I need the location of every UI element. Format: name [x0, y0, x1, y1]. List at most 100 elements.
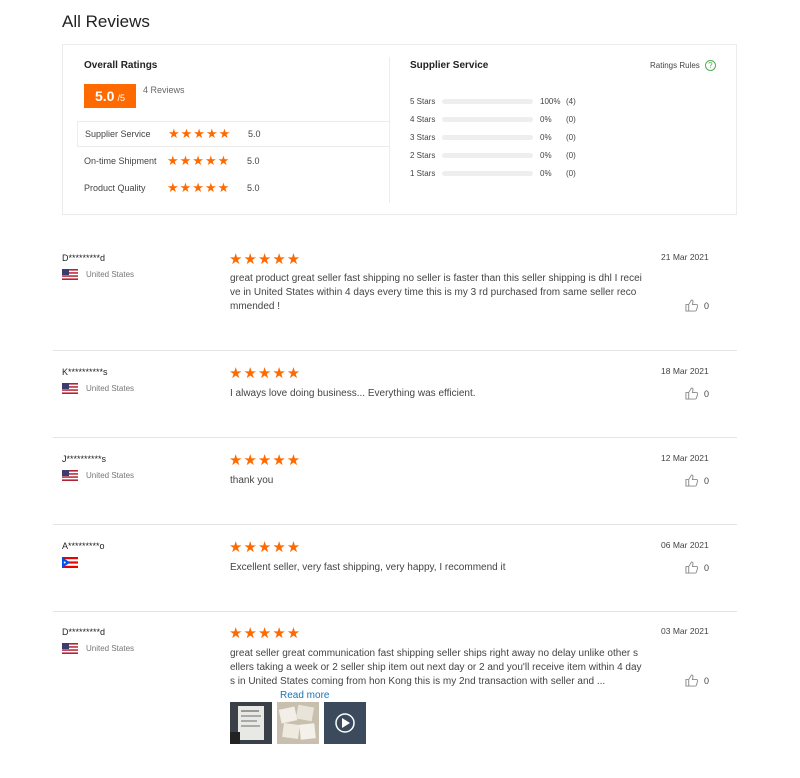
helpful-button[interactable]: 0	[685, 474, 709, 487]
star-level-label: 1 Stars	[410, 168, 436, 178]
helpful-button[interactable]: 0	[685, 299, 709, 312]
distribution-bar	[442, 134, 533, 140]
review-text: Excellent seller, very fast shipping, ve…	[230, 562, 506, 573]
reviewer-country: United States	[62, 643, 134, 654]
distribution-bar	[442, 98, 533, 104]
distribution-percent: 0%	[540, 132, 552, 142]
ratings-summary: Overall Ratings 5.0 /5 4 Reviews Supplie…	[62, 44, 737, 215]
rating-label: Supplier Service	[85, 129, 151, 139]
star-rating-icon: ★★★★★	[167, 180, 231, 195]
review-media	[230, 702, 371, 744]
star-rating-icon: ★★★★★	[229, 625, 302, 642]
review-photo-thumbnail[interactable]	[277, 702, 319, 744]
us-flag-icon	[62, 470, 78, 481]
country-label: United States	[86, 471, 135, 480]
review-text: thank you	[230, 475, 274, 486]
helpful-count: 0	[704, 675, 710, 686]
page-title: All Reviews	[62, 12, 150, 31]
review-item: K**********s United States ★★★★★ I alway…	[53, 351, 737, 438]
distribution-count: (0)	[566, 150, 576, 160]
distribution-bar	[442, 116, 533, 122]
us-flag-icon	[62, 269, 78, 280]
star-level-label: 2 Stars	[410, 150, 436, 160]
distribution-percent: 100%	[540, 96, 561, 106]
distribution-count: (0)	[566, 168, 576, 178]
star-rating-icon: ★★★★★	[168, 126, 232, 141]
distribution-count: (0)	[566, 132, 576, 142]
star-distribution-row: 3 Stars 0% (0)	[410, 131, 576, 143]
star-rating-icon: ★★★★★	[167, 153, 231, 168]
review-body: great seller great communication fast sh…	[230, 648, 642, 687]
country-label: United States	[86, 644, 135, 653]
star-rating-icon: ★★★★★	[229, 365, 302, 382]
thumbs-up-icon	[685, 387, 698, 400]
country-label: United States	[86, 384, 135, 393]
star-level-label: 4 Stars	[410, 114, 436, 124]
review-count: 4 Reviews	[143, 85, 185, 95]
helpful-count: 0	[704, 300, 710, 311]
review-item: D*********d United States ★★★★★ great se…	[53, 612, 737, 772]
reviewer-name: J**********s	[62, 454, 107, 464]
review-date: 18 Mar 2021	[661, 366, 709, 376]
star-distribution-row: 2 Stars 0% (0)	[410, 149, 576, 161]
reviewer-country	[62, 557, 86, 568]
ratings-rules-link[interactable]: Ratings Rules ?	[650, 60, 716, 71]
rating-supplier-service: Supplier Service ★★★★★ 5.0	[77, 121, 389, 147]
rating-label: Product Quality	[84, 183, 146, 193]
score-badge: 5.0 /5	[84, 84, 136, 108]
overall-score: 5.0	[95, 88, 115, 104]
country-label: United States	[86, 270, 135, 279]
distribution-bar	[442, 152, 533, 158]
overall-ratings-title: Overall Ratings	[84, 60, 158, 71]
distribution-percent: 0%	[540, 168, 552, 178]
helpful-button[interactable]: 0	[685, 561, 709, 574]
star-level-label: 5 Stars	[410, 96, 436, 106]
review-item: J**********s United States ★★★★★ thank y…	[53, 438, 737, 525]
reviewer-name: K**********s	[62, 367, 108, 377]
helpful-count: 0	[704, 388, 710, 399]
distribution-count: (0)	[566, 114, 576, 124]
review-text: great product great seller fast shipping…	[230, 273, 642, 312]
reviewer-country: United States	[62, 470, 134, 481]
reviewer-country: United States	[62, 383, 134, 394]
help-circle-icon[interactable]: ?	[704, 60, 716, 71]
score-max: /5	[117, 93, 125, 103]
us-flag-icon	[62, 383, 78, 394]
ratings-rules-label: Ratings Rules	[650, 61, 700, 70]
helpful-button[interactable]: 0	[685, 674, 709, 687]
helpful-count: 0	[704, 562, 710, 573]
review-item: A*********o ★★★★★ Excellent seller, very…	[53, 525, 737, 612]
thumbs-up-icon	[685, 474, 698, 487]
distribution-bar	[442, 170, 533, 176]
rating-on-time-shipment: On-time Shipment ★★★★★ 5.0	[77, 148, 389, 174]
star-level-label: 3 Stars	[410, 132, 436, 142]
distribution-count: (4)	[566, 96, 576, 106]
video-play-icon[interactable]	[324, 702, 366, 744]
star-rating-icon: ★★★★★	[229, 251, 302, 268]
helpful-count: 0	[704, 475, 710, 486]
reviewer-name: D*********d	[62, 627, 106, 637]
star-distribution-row: 4 Stars 0% (0)	[410, 113, 576, 125]
us-flag-icon	[62, 643, 78, 654]
star-rating-icon: ★★★★★	[229, 539, 302, 556]
review-date: 21 Mar 2021	[661, 252, 709, 262]
rating-value: 5.0	[247, 183, 260, 193]
reviewer-name: D*********d	[62, 253, 106, 263]
star-distribution-row: 1 Stars 0% (0)	[410, 167, 576, 179]
review-date: 12 Mar 2021	[661, 453, 709, 463]
review-date: 03 Mar 2021	[661, 626, 709, 636]
rating-product-quality: Product Quality ★★★★★ 5.0	[77, 175, 389, 201]
helpful-button[interactable]: 0	[685, 387, 709, 400]
review-photo-thumbnail[interactable]	[230, 702, 272, 744]
review-text: I always love doing business... Everythi…	[230, 388, 476, 399]
rating-value: 5.0	[247, 156, 260, 166]
reviewer-name: A*********o	[62, 541, 105, 551]
divider	[389, 57, 390, 203]
thumbs-up-icon	[685, 561, 698, 574]
read-more-link[interactable]: Read more	[280, 690, 329, 701]
thumbs-up-icon	[685, 674, 698, 687]
distribution-percent: 0%	[540, 150, 552, 160]
puerto-rico-flag-icon	[62, 557, 78, 568]
review-item: D*********d United States ★★★★★ great pr…	[53, 240, 737, 351]
distribution-percent: 0%	[540, 114, 552, 124]
